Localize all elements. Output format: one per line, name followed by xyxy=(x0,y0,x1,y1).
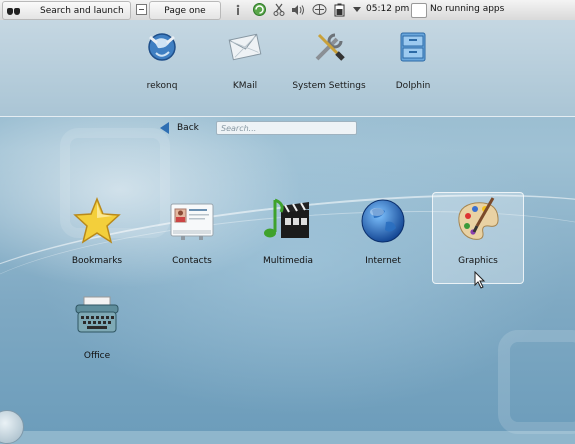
search-and-launch-label: Search and launch xyxy=(40,5,124,16)
globe-icon xyxy=(358,196,408,246)
category-label: Multimedia xyxy=(262,256,314,266)
category-label: Bookmarks xyxy=(71,256,123,266)
category-office[interactable]: Office xyxy=(51,290,143,382)
favorite-label: System Settings xyxy=(292,81,366,91)
back-button[interactable]: Back xyxy=(160,121,199,135)
binoculars-icon xyxy=(7,6,21,16)
system-settings-tools-icon xyxy=(311,29,347,65)
dolphin-cabinet-icon xyxy=(395,29,431,65)
favorite-kmail[interactable]: KMail xyxy=(205,29,285,91)
activity-icon[interactable] xyxy=(136,4,147,15)
clock[interactable]: 05:12 pm xyxy=(366,4,409,14)
rekonq-globe-icon xyxy=(144,29,180,65)
back-arrow-icon xyxy=(160,122,169,134)
favorite-dolphin[interactable]: Dolphin xyxy=(373,29,453,91)
background-watermark-logo xyxy=(498,330,575,434)
favorite-label: KMail xyxy=(232,81,258,91)
category-label: Internet xyxy=(365,256,401,266)
back-label: Back xyxy=(177,123,199,133)
search-and-launch-button[interactable]: Search and launch xyxy=(2,1,131,20)
favorite-label: Dolphin xyxy=(395,81,431,91)
favorite-rekonq[interactable]: rekonq xyxy=(122,29,202,91)
kmail-envelope-icon xyxy=(227,29,263,65)
favorite-label: rekonq xyxy=(146,81,178,91)
category-internet[interactable]: Internet xyxy=(337,192,429,284)
music-clapperboard-icon xyxy=(263,196,313,246)
category-bookmarks[interactable]: Bookmarks xyxy=(51,192,143,284)
tasks-icon xyxy=(411,3,427,18)
volume-icon[interactable] xyxy=(290,2,306,17)
category-contacts[interactable]: Contacts xyxy=(146,192,238,284)
palette-icon xyxy=(453,196,503,246)
battery-icon[interactable] xyxy=(332,2,346,17)
top-panel: Search and launch Page one 05:12 pm No r… xyxy=(0,0,575,21)
contact-card-icon xyxy=(167,196,217,246)
mouse-cursor-icon xyxy=(474,270,486,292)
category-label: Contacts xyxy=(172,256,212,266)
page-one-label: Page one xyxy=(164,5,206,16)
task-manager-label: No running apps xyxy=(430,4,505,14)
favorites-strip: rekonq KMail System Settings Dolphin xyxy=(0,20,575,117)
category-label: Office xyxy=(83,351,111,361)
star-icon xyxy=(72,196,122,246)
page-one-button[interactable]: Page one xyxy=(149,1,221,20)
scissors-icon[interactable] xyxy=(272,2,286,17)
network-icon[interactable] xyxy=(311,2,327,17)
update-icon[interactable] xyxy=(251,2,267,17)
favorite-system-settings[interactable]: System Settings xyxy=(289,29,369,91)
category-label: Graphics xyxy=(458,256,498,266)
info-icon[interactable] xyxy=(234,2,242,17)
tray-expand-icon[interactable] xyxy=(352,2,362,17)
category-multimedia[interactable]: Multimedia xyxy=(242,192,334,284)
search-input[interactable] xyxy=(216,121,357,135)
typewriter-icon xyxy=(72,293,122,343)
